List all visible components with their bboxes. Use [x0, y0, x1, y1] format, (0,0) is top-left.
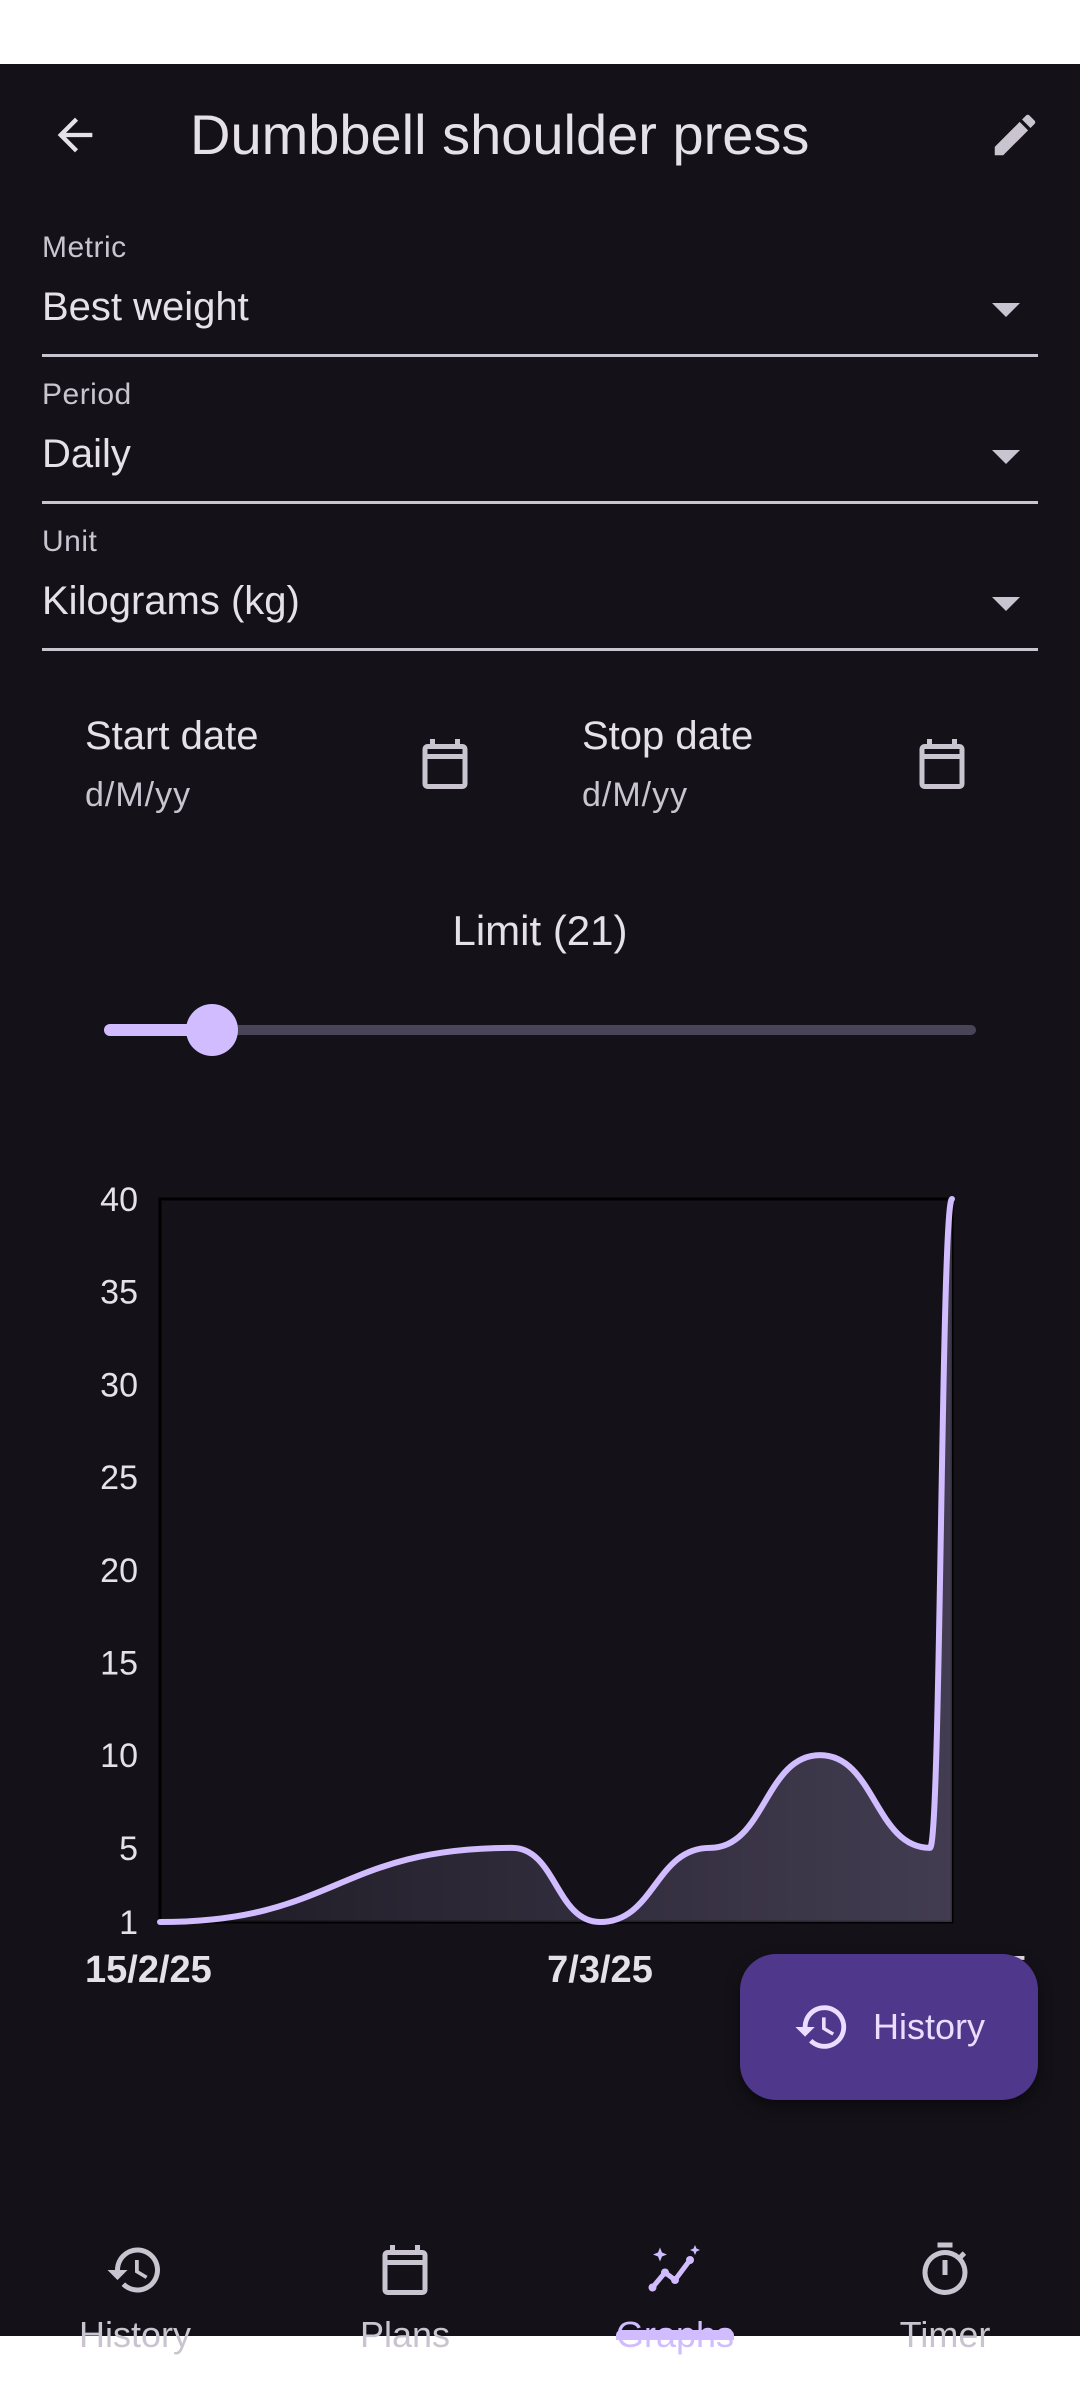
history-icon: [107, 2247, 160, 2293]
period-dropdown[interactable]: Period Daily: [42, 356, 1038, 504]
history-fab[interactable]: History: [740, 1954, 1038, 2100]
nav-label-timer: Timer: [899, 2314, 991, 2355]
arrow-back-icon: [57, 117, 93, 153]
nav-item-plans[interactable]: Plans: [270, 2144, 540, 2355]
y-tick-label: 15: [100, 1644, 138, 1682]
edit-button[interactable]: [980, 100, 1050, 170]
calendar-icon: [382, 2245, 428, 2295]
nav-item-graphs[interactable]: Graphs: [540, 2144, 810, 2355]
x-tick-label: 7/3/25: [547, 1949, 653, 1991]
y-tick-label: 30: [100, 1366, 138, 1404]
pencil-icon: [994, 114, 1036, 156]
history-fab-label: History: [872, 2006, 985, 2047]
unit-value: Kilograms (kg): [42, 579, 300, 623]
start-date-placeholder: d/M/yy: [85, 776, 192, 814]
timer-icon: [922, 2242, 968, 2295]
unit-dropdown[interactable]: Unit Kilograms (kg): [42, 503, 1038, 651]
nav-label-plans: Plans: [359, 2314, 451, 2355]
back-button[interactable]: [40, 100, 110, 170]
start-date-label: Start date: [85, 714, 259, 758]
y-tick-label: 20: [100, 1552, 138, 1590]
y-tick-label: 5: [119, 1830, 138, 1868]
caret-down-icon: [992, 303, 1020, 317]
period-label: Period: [42, 378, 132, 411]
weight-chart: 151015202530354015/2/257/3/2523/3/25: [85, 1181, 1027, 1991]
unit-label: Unit: [42, 525, 98, 558]
active-tab-indicator: [616, 2330, 734, 2340]
top-app-bar: Dumbbell shoulder press: [0, 64, 1080, 209]
history-icon: [795, 2005, 847, 2049]
metric-value: Best weight: [42, 285, 249, 329]
metric-dropdown[interactable]: Metric Best weight: [42, 209, 1038, 357]
caret-down-icon: [992, 597, 1020, 611]
y-tick-label: 40: [100, 1181, 138, 1219]
slider-thumb[interactable]: [186, 1004, 238, 1056]
nav-item-timer[interactable]: Timer: [810, 2144, 1080, 2355]
calendar-icon[interactable]: [415, 734, 475, 794]
start-date-picker[interactable]: Start date d/M/yy: [85, 684, 525, 814]
period-value: Daily: [42, 432, 131, 476]
x-tick-label: 15/2/25: [85, 1949, 212, 1991]
bottom-navigation: History Plans Graphs Timer: [0, 2144, 1080, 2355]
y-tick-label: 35: [100, 1274, 138, 1312]
stop-date-picker[interactable]: Stop date d/M/yy: [582, 684, 1022, 814]
nav-item-history[interactable]: History: [0, 2144, 270, 2355]
graph-sparkle-icon: [648, 2245, 700, 2292]
app-screen: Dumbbell shoulder press Metric Best weig…: [0, 64, 1080, 2355]
page-title: Dumbbell shoulder press: [190, 103, 810, 166]
calendar-icon[interactable]: [912, 734, 972, 794]
nav-label-history: History: [78, 2314, 191, 2355]
y-tick-label: 25: [100, 1459, 138, 1497]
y-tick-label: 10: [100, 1737, 138, 1775]
stop-date-placeholder: d/M/yy: [582, 776, 689, 814]
metric-label: Metric: [42, 231, 127, 264]
limit-label: Limit (21): [452, 907, 628, 954]
y-tick-label: 1: [119, 1904, 138, 1942]
stop-date-label: Stop date: [582, 714, 754, 758]
caret-down-icon: [992, 450, 1020, 464]
